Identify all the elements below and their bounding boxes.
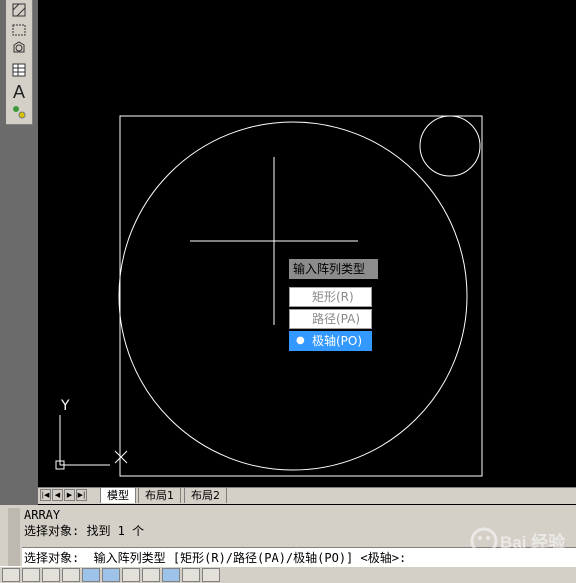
- option-path-label: 路径(PA): [312, 312, 361, 326]
- boundary-icon[interactable]: [8, 20, 30, 40]
- option-path[interactable]: 路径(PA): [289, 309, 372, 329]
- last-tab-button[interactable]: ▶|: [76, 489, 87, 501]
- layout-tab-bar: |◀ ◀ ▶ ▶| 模型 布局1 布局2: [38, 487, 576, 504]
- grid-icon[interactable]: [22, 568, 40, 582]
- baidu-watermark: Bai 经验: [470, 524, 574, 558]
- hatch-icon[interactable]: [8, 0, 30, 20]
- drawing-area[interactable]: Y: [38, 0, 576, 487]
- command-history-line: ARRAY: [24, 508, 61, 522]
- lineweight-icon[interactable]: [182, 568, 200, 582]
- snap-mode-icon[interactable]: [2, 568, 20, 582]
- command-prompt: 选择对象: 输入阵列类型 [矩形(R)/路径(PA)/极轴(PO)] <极轴>:: [24, 551, 407, 565]
- region-icon[interactable]: [8, 38, 30, 58]
- dynamic-input-icon[interactable]: [162, 568, 180, 582]
- array-type-popup-title: 输入阵列类型: [289, 259, 378, 279]
- tab-layout1[interactable]: 布局1: [138, 488, 181, 503]
- command-window-grip[interactable]: [8, 508, 20, 570]
- first-tab-button[interactable]: |◀: [40, 489, 51, 501]
- multiline-text-icon[interactable]: A: [8, 82, 30, 102]
- status-bar: [0, 566, 576, 583]
- tab-layout2[interactable]: 布局2: [184, 488, 227, 503]
- ducs-icon[interactable]: [142, 568, 160, 582]
- small-circle[interactable]: [419, 115, 481, 177]
- ucs-y-label: Y: [60, 398, 70, 414]
- option-rectangular-label: 矩形(R): [312, 290, 354, 304]
- next-tab-button[interactable]: ▶: [64, 489, 75, 501]
- 3d-osnap-icon[interactable]: [102, 568, 120, 582]
- otrack-icon[interactable]: [122, 568, 140, 582]
- option-polar[interactable]: ● 极轴(PO): [289, 331, 372, 351]
- selected-bullet-icon: ●: [296, 335, 305, 346]
- draw-toolbar: A: [6, 0, 33, 125]
- ortho-icon[interactable]: [42, 568, 60, 582]
- quick-properties-icon[interactable]: [202, 568, 220, 582]
- tab-model[interactable]: 模型: [100, 488, 136, 503]
- add-selected-icon[interactable]: [8, 102, 30, 122]
- polar-tracking-icon[interactable]: [62, 568, 80, 582]
- command-history-line: 选择对象: 找到 1 个: [24, 524, 145, 538]
- object-snap-icon[interactable]: [82, 568, 100, 582]
- option-rectangular[interactable]: 矩形(R): [289, 287, 372, 307]
- prev-tab-button[interactable]: ◀: [52, 489, 63, 501]
- table-icon[interactable]: [8, 60, 30, 80]
- watermark-text: Bai 经验: [500, 532, 566, 552]
- ucs-icon: Y: [55, 398, 128, 470]
- option-polar-label: 极轴(PO): [312, 334, 363, 348]
